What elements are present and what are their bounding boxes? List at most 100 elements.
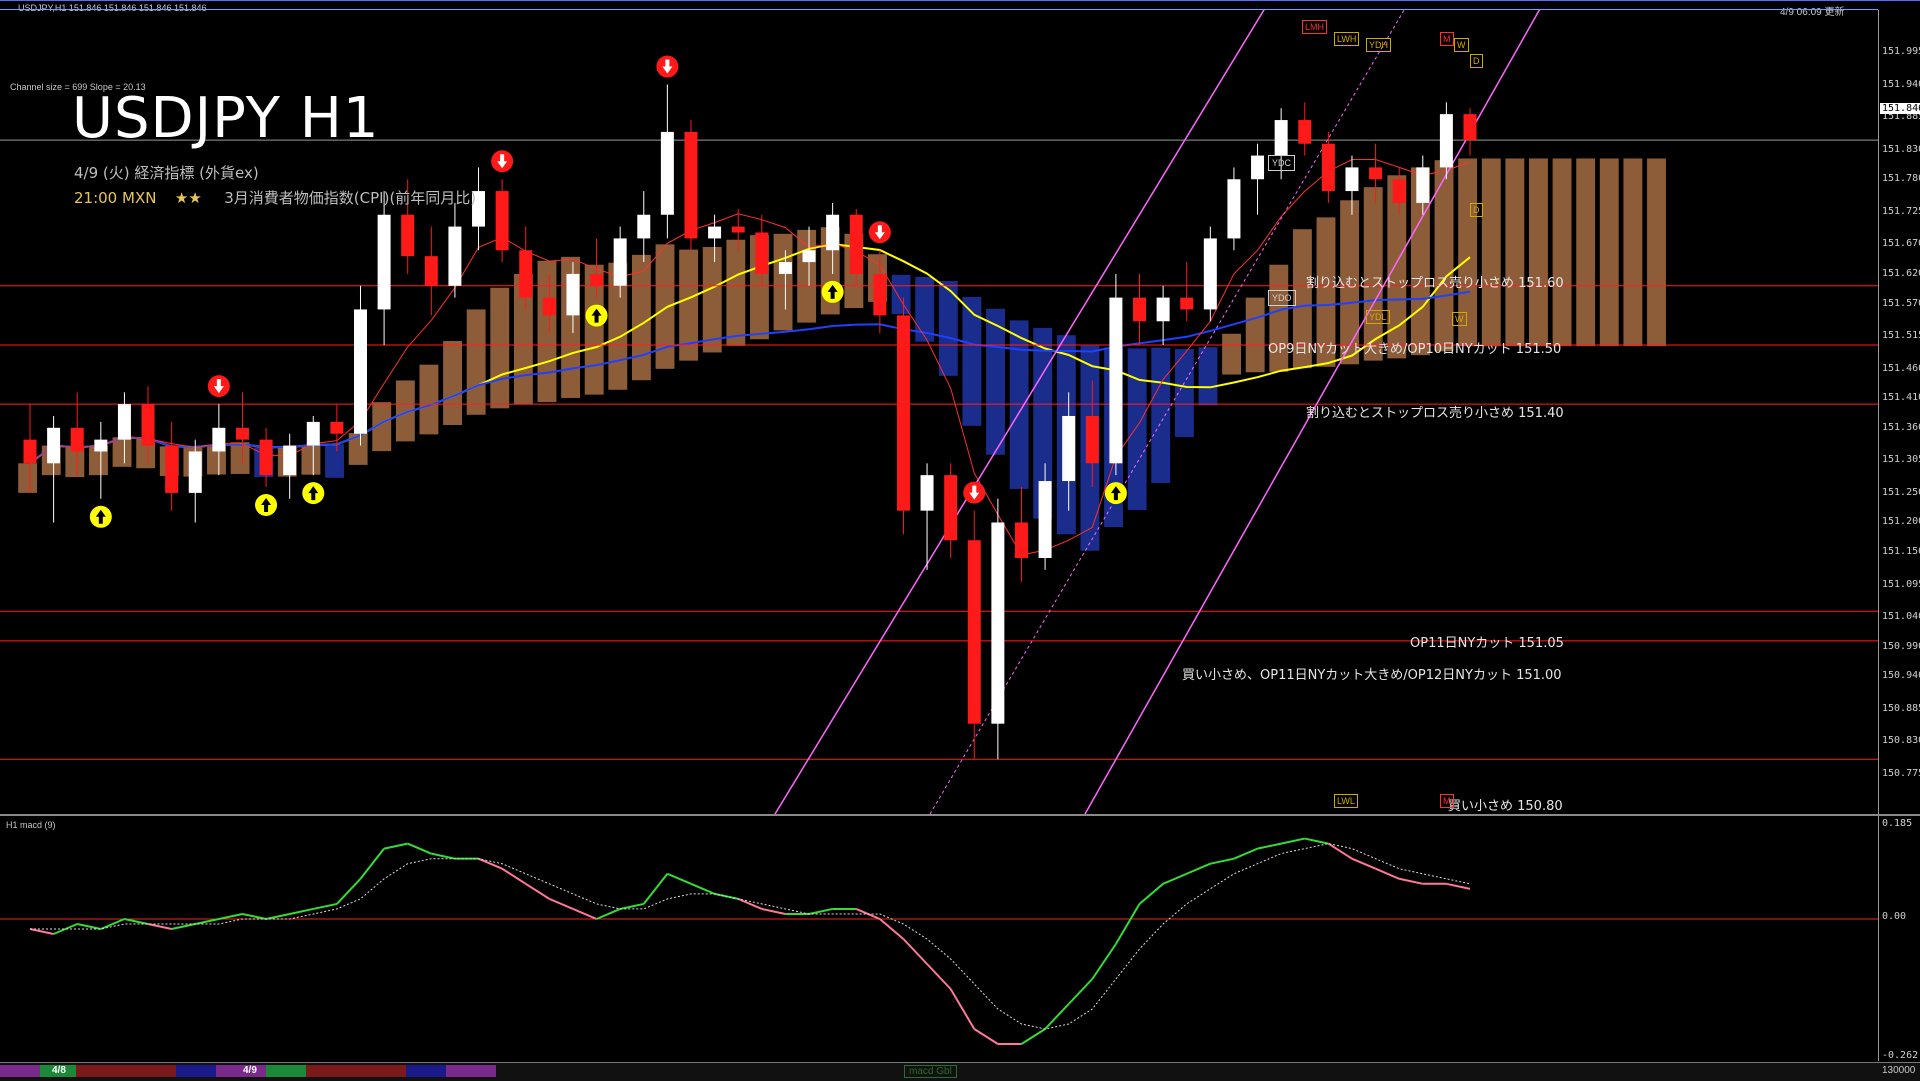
cloud-segment [726,239,746,346]
sell-signal-marker [868,221,891,244]
price-tick: 151.360 [1882,421,1920,433]
price-tick: 151.150 [1882,546,1920,558]
macd-segment [1067,978,1094,1005]
price-tick: 150.775 [1882,768,1920,779]
macd-segment [359,848,385,880]
cloud-segment [112,437,132,467]
price-tick: 151.250 [1882,486,1920,498]
candle-body [944,475,958,541]
cloud-segment [230,442,250,474]
macd-signal-line [30,843,1471,1030]
price-tick: 150.885 [1882,702,1920,714]
econ-calendar-header: 4/9 (火) 経済指標 (外貨ex) [74,164,259,182]
macd-segment [431,852,456,860]
candle-body [235,427,249,440]
candle-body [967,540,981,724]
macd-segment [407,842,432,855]
candle-body [802,250,816,263]
candle-body [708,226,722,239]
macd-segment [242,912,267,920]
price-tick: 150.830 [1882,735,1920,747]
macd-segment [926,963,952,990]
macd-segment [596,908,621,920]
candle-body [991,522,1005,724]
candle-body [495,191,509,251]
price-axis: 151.995 151.940 151.885 151.830 151.780 151.7… [1879,10,1920,814]
price-tick: 151.780 [1882,173,1920,185]
candle-body [1251,155,1265,180]
macd-segment [383,842,408,850]
macd-segment [1020,1028,1046,1045]
price-tick: 151.200 [1882,516,1920,528]
macd-tick-top: 0.185 [1882,818,1913,829]
cloud-segment [702,246,722,353]
candle-body [448,226,462,286]
candle-body [1298,120,1312,144]
candle-body [47,427,61,464]
cloud-segment [443,340,462,425]
price-tick: 150.990 [1882,640,1920,652]
ydc-tag: YDC [1268,155,1296,171]
cloud-segment [797,229,817,323]
econ-event-row: 21:00 MXN ★★ 3月消費者物価指数(CPI)(前年同月比) [74,187,476,208]
cloud-segment [891,274,911,315]
candle-body [566,273,580,316]
cloud-segment [1505,158,1525,347]
macd-segment [1233,847,1258,860]
macd-segment [1304,837,1329,845]
macd-axis-divider [1878,816,1879,1061]
candle-body [896,315,910,511]
macd-segment [666,872,692,885]
sell-signal-marker [207,375,230,398]
level-label-151-50: OP9日NYカット大きめ/OP10日NYカット 151.50 [1268,342,1562,357]
macd-chart[interactable] [0,816,1878,1061]
price-tick: 151.830 [1882,143,1920,155]
macd-segment [1091,943,1117,980]
macd-segment [77,923,102,930]
macd-segment [1115,903,1141,945]
macd-segment [1162,872,1188,885]
candle-body [283,445,297,476]
macd-segment [1044,1003,1070,1030]
chart-title: USDJPY H1 [72,86,380,151]
candle-body [1345,167,1359,192]
macd-segment [124,918,149,925]
weekly-tag-low: W [1452,312,1467,326]
candle-body [1463,114,1477,141]
candle-body [778,262,792,274]
monthly-tag-low: M [1440,794,1454,808]
macd-segment [808,907,833,915]
cloud-segment [490,287,510,409]
cloud-segment [65,447,85,478]
candle-body [873,273,887,316]
candle-body [660,131,674,215]
cloud-segment [1623,158,1643,347]
candle-body [1062,415,1076,482]
indicator-status[interactable]: macd Gbl [904,1065,957,1078]
macd-segment [171,923,196,930]
buy-signal-marker [255,493,278,516]
candle-body [188,451,202,493]
price-tick: 151.570 [1882,297,1920,309]
candles [23,84,1477,760]
macd-segment [1138,883,1164,905]
price-tick: 151.515 [1882,330,1920,342]
macd-segment [619,902,644,910]
cloud-segment [773,233,793,331]
candle-body [755,232,769,274]
price-tick: 151.940 [1882,78,1920,90]
candle-body [1133,297,1146,322]
price-tick: 151.095 [1882,578,1920,590]
price-tick: 151.670 [1882,238,1920,250]
macd-segment [1446,882,1471,890]
macd-segment [1327,842,1353,860]
candle-body [424,256,438,286]
candle-body [826,214,840,251]
buy-signal-marker [89,505,112,528]
candle-body [637,214,651,239]
sell-signal-marker [963,481,986,504]
cloud-segment [1481,158,1501,347]
ydo-tag: YDO [1268,290,1296,306]
candle-body [1085,415,1099,464]
candle-body [401,214,415,257]
